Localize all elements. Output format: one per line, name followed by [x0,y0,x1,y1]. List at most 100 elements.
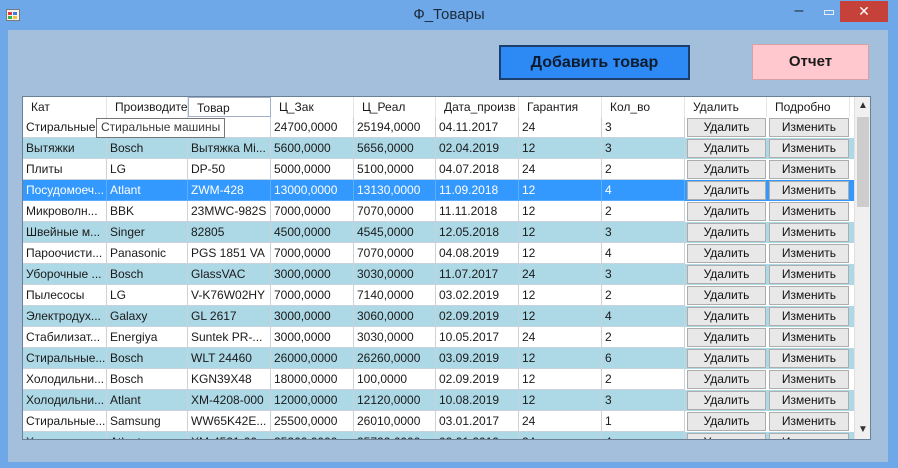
table-cell[interactable]: Suntek PR-... [188,327,271,348]
table-cell[interactable]: 03.02.2019 [436,285,519,306]
table-cell[interactable]: 12 [519,201,602,222]
table-cell[interactable]: 24 [519,264,602,285]
table-cell[interactable]: 100,0000 [354,369,436,390]
table-cell[interactable]: 5656,0000 [354,138,436,159]
table-cell[interactable]: 23MWC-982S [188,201,271,222]
delete-row-button[interactable]: Удалить [687,160,766,179]
table-cell[interactable]: 5000,0000 [271,159,354,180]
table-cell[interactable]: Посудомоеч... [23,180,107,201]
table-row[interactable]: Х...AtlantXM-4521-00...25260,000025722,6… [23,432,854,439]
table-row[interactable]: Холодильни... Bosch KGN39X48 18000,0000 100,… [23,369,854,390]
table-cell[interactable]: Швейные м... [23,222,107,243]
report-button[interactable]: Отчет [752,44,869,80]
delete-row-button[interactable]: Удалить [687,286,766,305]
column-header[interactable]: Производител [107,97,188,117]
table-cell[interactable]: Atlant [107,180,188,201]
maximize-button[interactable]: ▭ [815,2,843,24]
table-cell[interactable]: 2 [602,159,685,180]
table-cell[interactable]: 18000,0000 [271,369,354,390]
table-cell[interactable]: 02.09.2019 [436,306,519,327]
table-cell[interactable]: 5600,0000 [271,138,354,159]
table-cell[interactable]: 24 [519,432,602,439]
table-cell[interactable]: 12 [519,390,602,411]
add-product-button[interactable]: Добавить товар [499,45,690,80]
table-cell[interactable]: Galaxy [107,306,188,327]
table-cell[interactable]: 4 [602,180,685,201]
table-row[interactable]: Стабилизат... Energiya Suntek PR-... 3000,… [23,327,854,348]
table-cell[interactable]: Х... [23,432,107,439]
table-cell[interactable]: Samsung [107,411,188,432]
table-cell[interactable]: 4 [602,432,685,439]
table-row[interactable]: Уборочные ... Bosch GlassVAC 3000,0000 3030,… [23,264,854,285]
table-cell[interactable]: Плиты [23,159,107,180]
table-cell[interactable]: 12 [519,243,602,264]
table-cell[interactable]: 12 [519,369,602,390]
delete-row-button[interactable]: Удалить [687,370,766,389]
table-cell[interactable]: 3060,0000 [354,306,436,327]
table-cell[interactable]: ZWM-428 [188,180,271,201]
delete-row-button[interactable]: Удалить [687,349,766,368]
table-cell[interactable]: Электродух... [23,306,107,327]
table-cell[interactable]: Вытяжки [23,138,107,159]
close-button[interactable]: ✕ [840,1,888,22]
table-cell[interactable]: WLT 24460 [188,348,271,369]
column-header[interactable]: Дата_произв [436,97,519,117]
table-cell[interactable]: 2 [602,285,685,306]
table-cell[interactable]: 12.05.2018 [436,222,519,243]
column-header[interactable]: Кат [23,97,107,117]
table-row[interactable]: Микроволн... BBK 23MWC-982S 7000,0000 7070,0… [23,201,854,222]
table-cell[interactable]: LG [107,285,188,306]
table-cell[interactable]: 04.11.2017 [436,117,519,138]
table-cell[interactable]: Стиральные... [23,411,107,432]
table-cell[interactable]: 7000,0000 [271,285,354,306]
edit-row-button[interactable]: Изменить [769,328,849,347]
table-row[interactable]: Стиральные... Bosch WLT 24460 26000,0000 262… [23,348,854,369]
table-cell[interactable]: 12000,0000 [271,390,354,411]
table-cell[interactable]: 02.01.2019 [436,432,519,439]
delete-row-button[interactable]: Удалить [687,391,766,410]
vertical-scrollbar[interactable]: ▲ ▼ [854,97,870,439]
edit-row-button[interactable]: Изменить [769,349,849,368]
table-cell[interactable]: DP-50 [188,159,271,180]
table-cell[interactable]: 13130,0000 [354,180,436,201]
table-row[interactable]: Стиральные... Samsung WW65K42E... 25500,000… [23,411,854,432]
table-cell[interactable]: PGS 1851 VA [188,243,271,264]
column-header[interactable]: Товар [188,97,271,117]
edit-row-button[interactable]: Изменить [769,265,849,284]
table-cell[interactable]: 13000,0000 [271,180,354,201]
table-cell[interactable]: 02.04.2019 [436,138,519,159]
table-cell[interactable]: Холодильни... [23,369,107,390]
column-header[interactable]: Ц_Зак [271,97,354,117]
table-cell[interactable]: 6 [602,348,685,369]
table-cell[interactable]: Стиральные... [23,117,107,138]
table-cell[interactable]: 12120,0000 [354,390,436,411]
table-cell[interactable]: 04.08.2019 [436,243,519,264]
table-cell[interactable]: 7000,0000 [271,201,354,222]
edit-row-button[interactable]: Изменить [769,307,849,326]
table-cell[interactable]: 3000,0000 [271,306,354,327]
delete-row-button[interactable]: Удалить [687,265,766,284]
column-header[interactable]: Ц_Реал [354,97,436,117]
table-cell[interactable]: Холодильни... [23,390,107,411]
products-grid[interactable]: Кат Производител Товар Ц_Зак Ц_Реал Дата_прои… [22,96,871,440]
table-cell[interactable]: 11.07.2017 [436,264,519,285]
table-cell[interactable]: 25722,6000 [354,432,436,439]
table-cell[interactable]: 24 [519,327,602,348]
delete-row-button[interactable]: Удалить [687,244,766,263]
edit-row-button[interactable]: Изменить [769,202,849,221]
delete-row-button[interactable]: Удалить [687,181,766,200]
edit-row-button[interactable]: Изменить [769,244,849,263]
table-cell[interactable]: Вытяжка Mi... [188,138,271,159]
table-cell[interactable]: 02.09.2019 [436,369,519,390]
table-cell[interactable]: 12 [519,180,602,201]
table-row[interactable]: Швейные м... Singer 82805 4500,0000 4545,000… [23,222,854,243]
table-cell[interactable]: 12 [519,222,602,243]
table-row[interactable]: Вытяжки Bosch Вытяжка Mi... 5600,0000 5656,0… [23,138,854,159]
table-cell[interactable]: 3000,0000 [271,327,354,348]
table-cell[interactable]: 4545,0000 [354,222,436,243]
table-cell[interactable]: 3 [602,390,685,411]
table-cell[interactable]: 03.09.2019 [436,348,519,369]
edit-row-button[interactable]: Изменить [769,370,849,389]
edit-row-button[interactable]: Изменить [769,412,849,431]
table-cell[interactable]: 3030,0000 [354,327,436,348]
